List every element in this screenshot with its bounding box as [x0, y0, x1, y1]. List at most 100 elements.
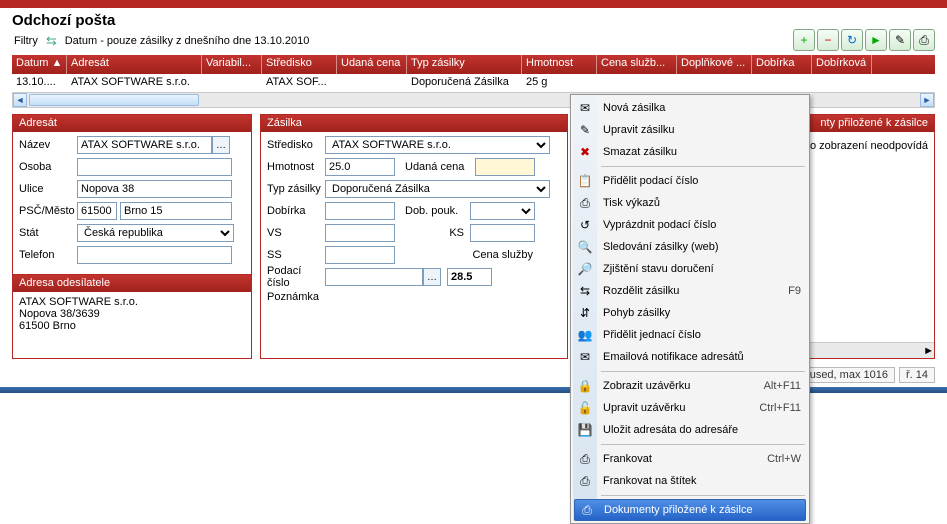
menu-item-label: Upravit uzávěrku — [603, 402, 759, 414]
column-header[interactable]: Dobírková — [812, 55, 872, 74]
menu-item[interactable]: ↺Vyprázdnit podací číslo — [573, 214, 807, 236]
toolbar-refresh-button[interactable]: ↻ — [841, 29, 863, 51]
udana-label: Udaná cena — [405, 161, 475, 173]
menu-item-label: Emailová notifikace adresátů — [603, 351, 801, 363]
filter-text: Datum - pouze zásilky z dnešního dne 13.… — [65, 35, 310, 47]
menu-item-shortcut: Ctrl+F11 — [759, 402, 801, 414]
header: Odchozí pošta — [0, 8, 947, 31]
podaci-field[interactable] — [325, 268, 423, 286]
table-cell — [202, 74, 262, 92]
menu-item[interactable]: ⇵Pohyb zásilky — [573, 302, 807, 324]
hmotnost-label: Hmotnost — [265, 161, 325, 173]
menu-item-label: Rozdělit zásilku — [603, 285, 788, 297]
column-header[interactable]: Typ zásilky — [407, 55, 522, 74]
dobpouk-select[interactable] — [470, 202, 535, 220]
scroll-thumb[interactable] — [29, 94, 199, 106]
stat-select[interactable]: Česká republika — [77, 224, 234, 242]
ulice-field[interactable] — [77, 180, 232, 198]
filter-row: Filtry ⇆ Datum - pouze zásilky z dnešníh… — [0, 31, 947, 55]
column-header[interactable]: Udaná cena — [337, 55, 407, 74]
menu-item[interactable]: ✉Nová zásilka — [573, 97, 807, 119]
toolbar-misc2-button[interactable]: ⎙ — [913, 29, 935, 51]
toolbar-delete-button[interactable]: − — [817, 29, 839, 51]
preview-message: o zobrazení neodpovídá — [810, 140, 928, 152]
column-header[interactable]: Hmotnost — [522, 55, 597, 74]
menu-item-icon: 💾 — [577, 423, 593, 437]
menu-item-icon: 🔒 — [577, 379, 593, 393]
nazev-field[interactable] — [77, 136, 212, 154]
menu-item-icon: ✎ — [577, 123, 593, 137]
sender-address: ATAX SOFTWARE s.r.o. Nopova 38/3639 6150… — [13, 292, 251, 336]
menu-item[interactable]: 💾Uložit adresáta do adresáře — [573, 419, 807, 441]
ks-field[interactable] — [470, 224, 535, 242]
podaci-label: Podací číslo — [265, 265, 325, 289]
menu-item-label: Dokumenty přiložené k zásilce — [604, 504, 799, 516]
menu-item[interactable]: ⎙ Frankovat na štítek — [573, 470, 807, 492]
table-cell — [752, 74, 812, 92]
menu-item[interactable]: 🔎Zjištění stavu doručení — [573, 258, 807, 280]
toolbar: + − ↻ ► ✎ ⎙ — [793, 29, 935, 51]
column-header[interactable]: Dobírka — [752, 55, 812, 74]
udana-field[interactable] — [475, 158, 535, 176]
vs-field[interactable] — [325, 224, 395, 242]
table-cell: ATAX SOFTWARE s.r.o. — [67, 74, 202, 92]
menu-item[interactable]: 🔍Sledování zásilky (web) — [573, 236, 807, 258]
table-cell: 13.10.... — [12, 74, 67, 92]
filter-icon[interactable]: ⇆ — [46, 33, 57, 49]
menu-item-label: Sledování zásilky (web) — [603, 241, 801, 253]
menu-item-label: Vyprázdnit podací číslo — [603, 219, 801, 231]
column-header[interactable]: Datum ▲ — [12, 55, 67, 74]
psc-field[interactable] — [77, 202, 117, 220]
window-top-border — [0, 0, 947, 8]
menu-separator — [601, 495, 805, 496]
column-header[interactable]: Středisko — [262, 55, 337, 74]
podaci2-field[interactable] — [447, 268, 492, 286]
mesto-field[interactable] — [120, 202, 232, 220]
menu-item-shortcut: Ctrl+W — [767, 453, 801, 465]
table-cell — [677, 74, 752, 92]
menu-item[interactable]: ⎙Dokumenty přiložené k zásilce — [574, 499, 806, 521]
menu-item-shortcut: Alt+F11 — [764, 380, 801, 392]
table-row[interactable]: 13.10....ATAX SOFTWARE s.r.o.ATAX SOF...… — [12, 74, 935, 92]
menu-item[interactable]: ⎙FrankovatCtrl+W — [573, 448, 807, 470]
menu-item[interactable]: 👥Přidělit jednací číslo — [573, 324, 807, 346]
context-menu[interactable]: ✉Nová zásilka ✎ Upravit zásilku ✖Smazat zás… — [570, 94, 810, 524]
column-header[interactable]: Adresát — [67, 55, 202, 74]
menu-item[interactable]: 🔒Zobrazit uzávěrkuAlt+F11 — [573, 375, 807, 397]
column-header[interactable]: Cena služb... — [597, 55, 677, 74]
toolbar-add-button[interactable]: + — [793, 29, 815, 51]
menu-item[interactable]: ⇆Rozdělit zásilkuF9 — [573, 280, 807, 302]
dobirka-field[interactable] — [325, 202, 395, 220]
toolbar-misc1-button[interactable]: ✎ — [889, 29, 911, 51]
menu-item[interactable]: ⎙Tisk výkazů — [573, 192, 807, 214]
menu-item-label: Frankovat na štítek — [603, 475, 801, 487]
column-header[interactable]: Variabil... — [202, 55, 262, 74]
table-cell — [597, 74, 677, 92]
stredisko-label: Středisko — [265, 139, 325, 151]
menu-item-icon: ⇵ — [577, 306, 593, 320]
menu-item[interactable]: ✎ Upravit zásilku — [573, 119, 807, 141]
menu-item-shortcut: F9 — [788, 285, 801, 297]
menu-item[interactable]: ✖Smazat zásilku — [573, 141, 807, 163]
osoba-label: Osoba — [17, 161, 77, 173]
menu-item-icon: ⎙ — [577, 474, 593, 489]
scroll-right-icon[interactable]: ► — [923, 345, 934, 357]
typ-select[interactable]: Doporučená Zásilka — [325, 180, 550, 198]
scroll-right-icon[interactable]: ► — [920, 93, 934, 107]
menu-item-label: Upravit zásilku — [603, 124, 801, 136]
dobirka-label: Dobírka — [265, 205, 325, 217]
menu-item-icon: 🔓 — [577, 401, 593, 415]
stredisko-select[interactable]: ATAX SOFTWARE s.r.o. — [325, 136, 550, 154]
osoba-field[interactable] — [77, 158, 232, 176]
toolbar-go-button[interactable]: ► — [865, 29, 887, 51]
column-header[interactable]: Doplňkové ... — [677, 55, 752, 74]
menu-item[interactable]: 🔓 Upravit uzávěrkuCtrl+F11 — [573, 397, 807, 419]
ss-field[interactable] — [325, 246, 395, 264]
nazev-lookup-button[interactable]: … — [212, 136, 230, 154]
menu-item[interactable]: ✉Emailová notifikace adresátů — [573, 346, 807, 368]
podaci-lookup-button[interactable]: … — [423, 268, 441, 286]
hmotnost-field[interactable] — [325, 158, 395, 176]
menu-item[interactable]: 📋Přidělit podací číslo — [573, 170, 807, 192]
scroll-left-icon[interactable]: ◄ — [13, 93, 27, 107]
telefon-field[interactable] — [77, 246, 232, 264]
